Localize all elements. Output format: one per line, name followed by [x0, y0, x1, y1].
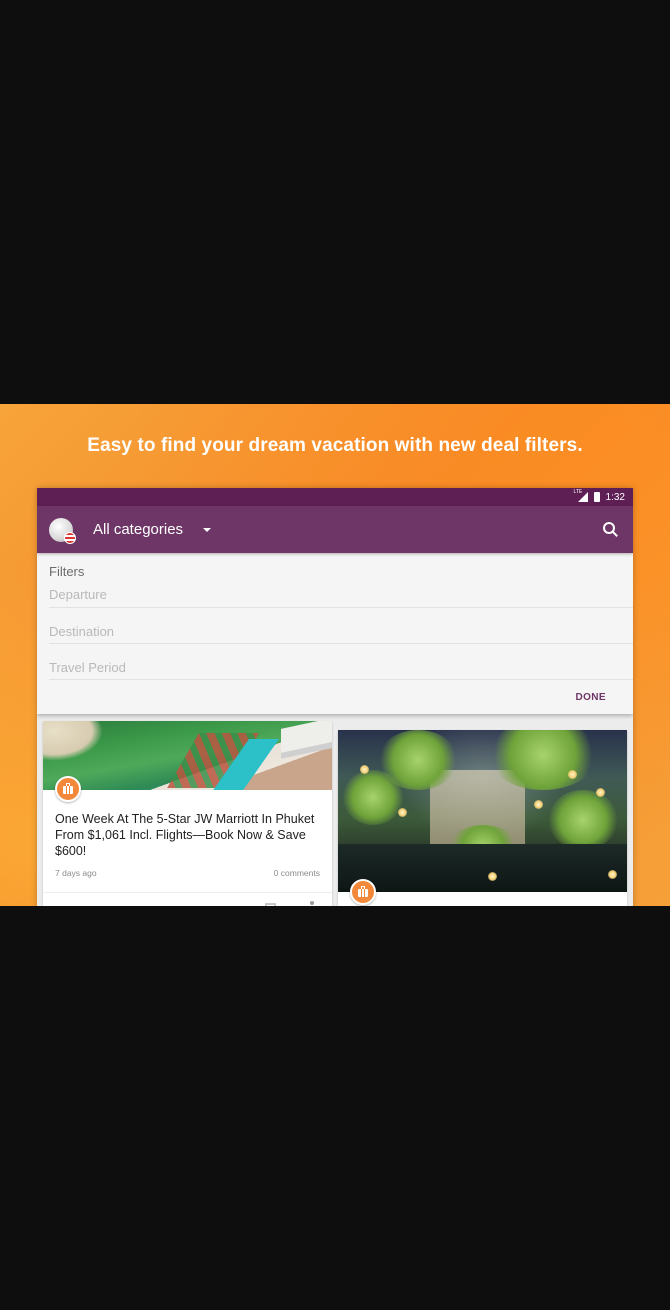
done-button[interactable]: DONE — [576, 692, 607, 703]
status-bar: LTE 1:32 — [37, 488, 633, 506]
deal-card[interactable] — [338, 730, 627, 906]
promo-banner: Easy to find your dream vacation with ne… — [0, 404, 670, 906]
category-selector[interactable]: All categories — [93, 521, 183, 538]
departure-field[interactable]: Departure — [49, 583, 633, 608]
share-icon[interactable] — [301, 901, 315, 906]
destination-field[interactable]: Destination — [49, 608, 633, 644]
deal-comments[interactable]: 0 comments — [274, 868, 320, 882]
status-time: 1:32 — [605, 491, 625, 503]
filters-panel: Filters Departure Destination Travel Per… — [37, 553, 633, 714]
battery-icon — [593, 492, 600, 502]
filters-title: Filters — [49, 564, 85, 579]
travel-period-field[interactable]: Travel Period — [49, 644, 633, 680]
app-toolbar: All categories — [37, 506, 633, 553]
deal-age: 7 days ago — [55, 868, 97, 878]
deal-meta: 7 days ago 0 comments — [55, 868, 320, 882]
deal-actions — [43, 893, 332, 906]
us-flag-icon — [64, 531, 76, 544]
deal-list: One Week At The 5-Star JW Marriott In Ph… — [37, 721, 633, 906]
deal-card[interactable]: One Week At The 5-Star JW Marriott In Ph… — [43, 721, 332, 906]
search-icon[interactable] — [603, 521, 619, 538]
deal-image[interactable] — [338, 730, 627, 892]
suitcase-icon — [55, 776, 81, 802]
signal-icon: LTE — [574, 489, 588, 502]
suitcase-icon — [350, 879, 376, 905]
promo-tagline: Easy to find your dream vacation with ne… — [87, 435, 583, 456]
deal-title[interactable]: One Week At The 5-Star JW Marriott In Ph… — [55, 811, 322, 859]
globe-logo-icon[interactable] — [49, 517, 76, 544]
app-screen: LTE 1:32 All categories Filters Departur… — [37, 488, 633, 906]
bookmark-icon[interactable] — [265, 903, 276, 906]
dropdown-caret-icon[interactable] — [203, 527, 212, 532]
deal-image[interactable] — [43, 721, 332, 790]
filters-actions: DONE — [37, 680, 633, 714]
